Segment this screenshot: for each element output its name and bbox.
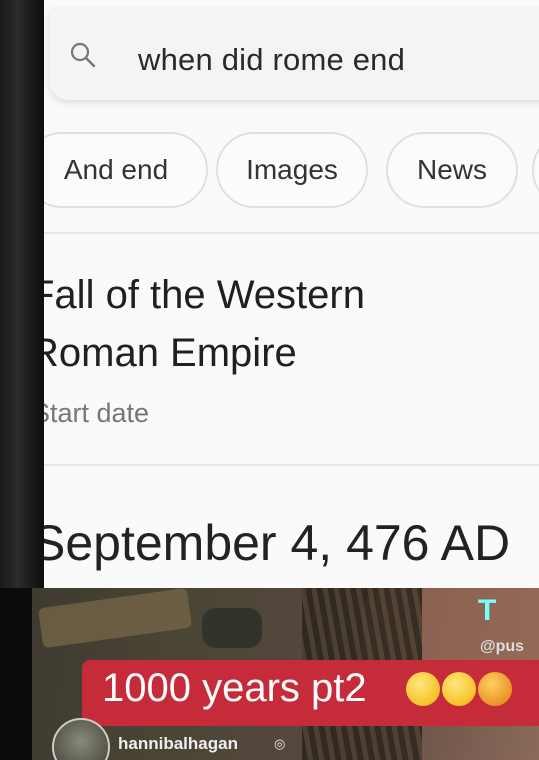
phone-edge: [0, 0, 44, 590]
divider: [44, 464, 539, 466]
search-icon: [70, 42, 96, 68]
divider: [44, 232, 539, 234]
search-query[interactable]: when did rome end: [138, 42, 405, 78]
result-subtitle: Start date: [44, 398, 150, 428]
result-title-line1: Fall of the Western: [44, 273, 365, 317]
tiktok-logo: T: [478, 594, 497, 627]
username[interactable]: hannibalhagan: [118, 734, 238, 754]
monocle-emoji-icon: [406, 672, 440, 706]
result-answer: September 4, 476 AD: [44, 515, 511, 571]
tiktok-handle: @pus: [480, 638, 525, 655]
monocle-emoji-icon: [442, 672, 476, 706]
search-bar[interactable]: when did rome end: [50, 8, 539, 100]
chip-news[interactable]: News: [386, 132, 518, 208]
google-search-screenshot: when did rome end And end Images News Fa…: [44, 0, 539, 588]
chip-images[interactable]: Images: [216, 132, 368, 208]
background-object: [37, 588, 193, 649]
result-title: Fall of the Western Roman Empire: [44, 266, 539, 382]
tiktok-video[interactable]: T @pus 1000 years pt2 hannibalhagan ◎: [32, 588, 539, 760]
chip-more[interactable]: [532, 132, 539, 208]
chip-and-end[interactable]: And end: [44, 132, 208, 208]
result-title-line2: Roman Empire: [44, 331, 297, 375]
verified-icon: ◎: [274, 736, 286, 751]
background-object: [202, 608, 262, 648]
exploding-head-emoji-icon: [478, 672, 512, 706]
video-caption: 1000 years pt2: [102, 666, 367, 710]
video-left-bar: [0, 588, 32, 760]
